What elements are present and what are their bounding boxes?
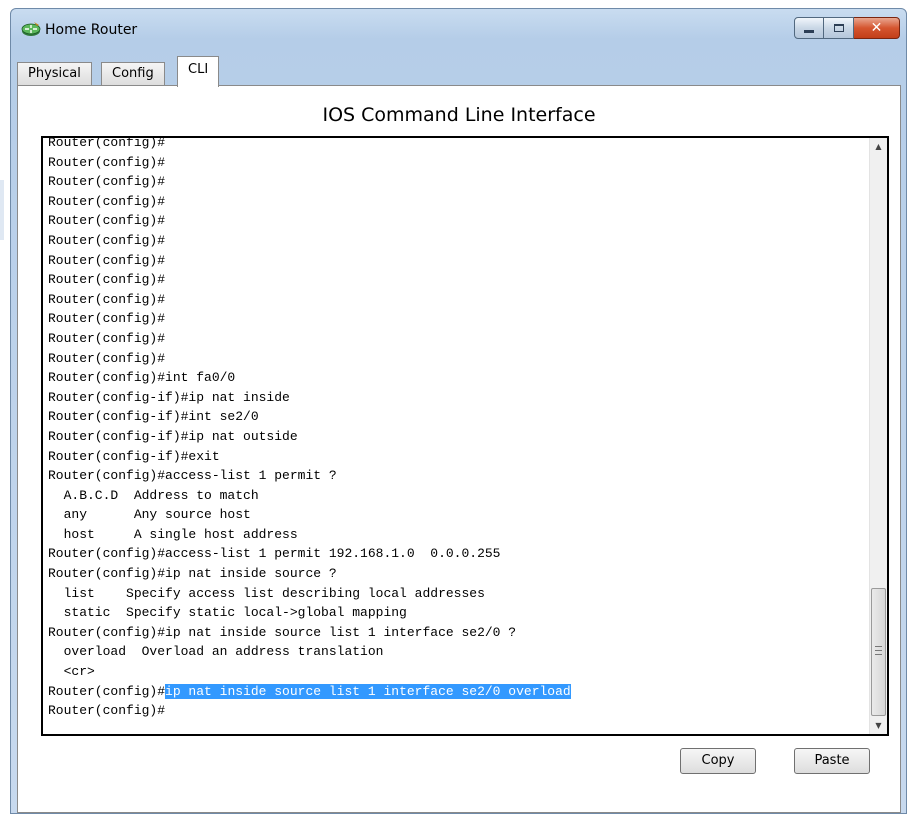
console-output[interactable]: Router(config)# Router(config)# Router(con… — [48, 136, 867, 721]
scroll-up-icon[interactable]: ▲ — [870, 138, 887, 155]
router-icon — [21, 22, 41, 36]
console-line: Router(config)# — [48, 154, 166, 170]
console-line: Router(config-if)#int se2/0 — [48, 409, 259, 425]
cli-console[interactable]: Router(config)# Router(config)# Router(con… — [41, 136, 889, 736]
scroll-down-icon[interactable]: ▼ — [870, 717, 887, 734]
console-line: list Specify access list describing loca… — [48, 585, 485, 601]
console-line: any Any source host — [48, 507, 251, 523]
console-line: Router(config-if)#ip nat outside — [48, 428, 298, 444]
selected-command-text: ip nat inside source list 1 interface se… — [165, 683, 571, 699]
page-title: IOS Command Line Interface — [322, 104, 596, 126]
console-line: Router(config)#ip nat inside source list… — [48, 624, 517, 640]
console-line: Router(config)#int fa0/0 — [48, 370, 236, 386]
console-line: host A single host address — [48, 526, 298, 542]
console-line: <cr> — [48, 664, 95, 680]
maximize-button[interactable] — [824, 17, 854, 39]
console-line: Router(config)# — [48, 213, 166, 229]
title-bar[interactable]: Home Router ✕ — [11, 9, 906, 53]
console-line: Router(config-if)#ip nat inside — [48, 389, 290, 405]
console-line: Router(config)#ip nat inside source ? — [48, 566, 337, 582]
window-title: Home Router — [45, 22, 138, 38]
console-scrollbar[interactable]: ▲ ▼ — [869, 138, 887, 734]
grip-icon — [875, 646, 882, 655]
tab-physical[interactable]: Physical — [17, 62, 92, 86]
console-line: Router(config)# — [48, 174, 166, 190]
console-line: Router(config)#access-list 1 permit ? — [48, 468, 337, 484]
close-icon: ✕ — [870, 20, 883, 36]
console-line: Router(config)# — [48, 252, 166, 268]
console-line: Router(config)# — [48, 272, 166, 288]
current-prompt[interactable]: Router(config)# — [48, 701, 867, 721]
minimize-button[interactable] — [794, 17, 824, 39]
minimize-icon — [804, 29, 814, 33]
console-line: Router(config)# — [48, 311, 166, 327]
console-line: Router(config)# — [48, 330, 166, 346]
background-strip — [0, 180, 4, 240]
console-line: Router(config)# — [48, 291, 166, 307]
console-line: A.B.C.D Address to match — [48, 487, 259, 503]
tab-cli[interactable]: CLI — [177, 56, 220, 87]
console-line-selected: Router(config)#ip nat inside source list… — [48, 682, 867, 702]
paste-button[interactable]: Paste — [794, 748, 870, 774]
console-line: Router(config)#access-list 1 permit 192.… — [48, 546, 501, 562]
router-window: Home Router ✕ Physical Config CLI IOS Co… — [10, 8, 907, 814]
cli-panel: IOS Command Line Interface Router(config… — [17, 85, 901, 813]
tab-strip: Physical Config CLI — [17, 56, 901, 87]
console-prompt: Router(config)# — [48, 683, 166, 699]
console-line: static Specify static local->global mapp… — [48, 605, 407, 621]
tab-config[interactable]: Config — [101, 62, 165, 86]
copy-button[interactable]: Copy — [680, 748, 756, 774]
close-button[interactable]: ✕ — [854, 17, 900, 39]
console-line: Router(config)# — [48, 232, 166, 248]
console-line: overload Overload an address translation — [48, 644, 384, 660]
console-line: Router(config)# — [48, 136, 166, 150]
console-line: Router(config-if)#exit — [48, 448, 220, 464]
maximize-icon — [833, 24, 844, 32]
console-line: Router(config)# — [48, 193, 166, 209]
scroll-thumb[interactable] — [871, 588, 886, 716]
window-controls: ✕ — [794, 17, 900, 39]
console-line: Router(config)# — [48, 350, 166, 366]
